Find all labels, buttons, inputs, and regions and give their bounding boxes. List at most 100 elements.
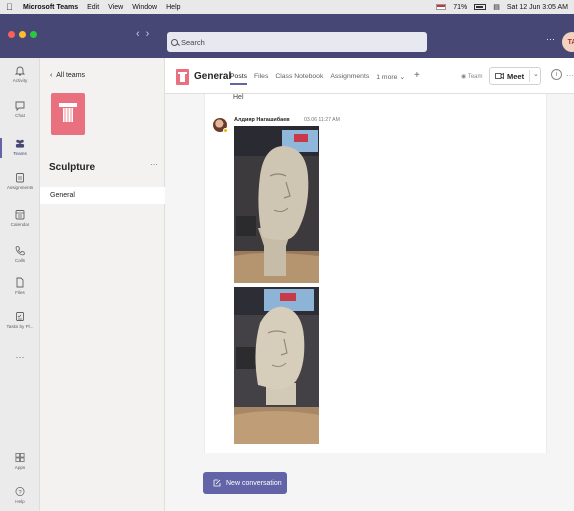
add-tab-button[interactable]: +: [414, 70, 420, 85]
chevron-down-icon: ⌄: [399, 74, 406, 81]
mac-menubar:  Microsoft Teams Edit View Window Help …: [0, 0, 574, 14]
new-conversation-button[interactable]: New conversation: [203, 472, 287, 494]
tab-files[interactable]: Files: [254, 73, 268, 85]
battery-percent: 71%: [453, 3, 468, 11]
input-source-flag-icon[interactable]: [436, 4, 447, 10]
rail-item-assignments[interactable]: Assignments: [0, 172, 40, 190]
team-view-button[interactable]: ◉ Team: [461, 73, 482, 80]
rail-item-tasks[interactable]: Tasks by Pl...: [0, 311, 40, 329]
tab-posts[interactable]: Posts: [230, 73, 247, 85]
rail-item-calendar[interactable]: Calendar: [0, 209, 40, 227]
rail-item-files[interactable]: Files: [0, 277, 40, 295]
display-icon[interactable]: ▤: [493, 3, 500, 11]
menu-app-name[interactable]: Microsoft Teams: [23, 4, 78, 11]
post-author[interactable]: Алдияр Нагашибаев: [234, 117, 290, 123]
back-arrow-icon[interactable]: ‹: [136, 28, 146, 40]
assignments-icon: [15, 172, 25, 183]
channel-view: General Posts Files Class Notebook Assig…: [165, 58, 574, 511]
video-camera-icon: [495, 72, 504, 80]
clock[interactable]: Sat 12 Jun 3:05 AM: [507, 4, 568, 11]
channel-header: General Posts Files Class Notebook Assig…: [165, 58, 574, 94]
rail-label: Calls: [14, 258, 26, 263]
all-teams-link[interactable]: ‹ All teams: [50, 72, 85, 79]
rail-label: Tasks by Pl...: [6, 324, 34, 329]
rail-item-teams[interactable]: Teams: [0, 138, 40, 156]
team-logo[interactable]: [51, 93, 85, 135]
chat-icon: [15, 100, 25, 111]
zoom-window-button[interactable]: [30, 31, 37, 38]
rail-label: Help: [15, 499, 25, 504]
rail-label: Teams: [13, 151, 27, 156]
tab-more[interactable]: 1 more ⌄: [376, 73, 405, 85]
file-icon: [15, 277, 25, 288]
history-nav: ‹›: [136, 28, 155, 40]
all-teams-label: All teams: [56, 72, 86, 79]
rail-label: Calendar: [10, 222, 30, 227]
channel-title: General: [194, 71, 232, 82]
team-view-label: Team: [467, 74, 483, 80]
window-controls: [8, 31, 37, 38]
tab-class-notebook[interactable]: Class Notebook: [275, 73, 323, 85]
forward-arrow-icon[interactable]: ›: [146, 28, 156, 40]
minimize-window-button[interactable]: [19, 31, 26, 38]
compose-icon: [213, 479, 221, 487]
sculpture-photo-1: [234, 126, 319, 283]
phone-icon: [15, 245, 25, 256]
search-icon: [171, 38, 178, 46]
info-icon[interactable]: i: [551, 69, 562, 80]
menu-view[interactable]: View: [108, 4, 123, 11]
team-name: Sculpture: [49, 162, 96, 173]
meet-button[interactable]: Meet ⌄: [489, 67, 541, 85]
search-placeholder: Search: [181, 37, 205, 47]
previous-message-text: Hel: [233, 94, 244, 101]
chevron-down-icon[interactable]: ⌄: [533, 70, 539, 78]
meet-label: Meet: [507, 71, 525, 81]
channel-item-general[interactable]: General: [40, 187, 165, 204]
rail-label: Chat: [15, 113, 25, 118]
rail-label: Assignments: [6, 185, 34, 190]
menu-help[interactable]: Help: [166, 4, 180, 11]
profile-avatar[interactable]: TA: [562, 32, 574, 52]
teams-title-bar: ‹› Search ··· TA: [0, 14, 574, 58]
rail-label: Apps: [14, 465, 26, 470]
post-image-2[interactable]: [234, 287, 319, 444]
post-timestamp: 03.06 11:27 AM: [304, 117, 340, 123]
team-panel: ‹ All teams Sculpture ··· General: [40, 58, 165, 511]
author-avatar[interactable]: [213, 118, 228, 133]
rail-item-calls[interactable]: Calls: [0, 245, 40, 263]
rail-item-chat[interactable]: Chat: [0, 100, 40, 118]
bell-icon: [15, 65, 25, 76]
rail-item-help[interactable]: ? Help: [0, 486, 40, 504]
rail-label: Activity: [12, 78, 28, 83]
channel-tabs: Posts Files Class Notebook Assignments 1…: [230, 70, 420, 85]
app-rail: Activity Chat Teams Assignments Calendar…: [0, 58, 40, 511]
pillar-icon: [59, 103, 77, 122]
rail-item-apps[interactable]: Apps: [0, 452, 40, 470]
menu-window[interactable]: Window: [132, 4, 157, 11]
menu-edit[interactable]: Edit: [87, 4, 99, 11]
rail-item-activity[interactable]: Activity: [0, 65, 40, 83]
team-more-button[interactable]: ···: [150, 160, 158, 169]
rail-item-more[interactable]: ···: [0, 352, 40, 362]
channel-team-icon: [176, 69, 189, 85]
post-image-1[interactable]: [234, 126, 319, 283]
tab-more-label: 1 more: [376, 74, 398, 81]
new-conversation-label: New conversation: [226, 479, 282, 487]
more-options-button[interactable]: ···: [546, 34, 555, 44]
more-icon: ···: [15, 352, 25, 362]
posts-feed: Hel Алдияр Нагашибаев 03.06 11:27 AM: [204, 94, 547, 453]
tab-assignments[interactable]: Assignments: [330, 73, 369, 85]
teams-icon: [15, 138, 25, 149]
apple-icon[interactable]: : [6, 2, 14, 12]
status-dot-icon: [223, 128, 228, 133]
apps-icon: [15, 452, 25, 463]
channel-more-icon[interactable]: ···: [566, 71, 574, 80]
tasks-icon: [15, 311, 25, 322]
calendar-icon: [15, 209, 25, 220]
search-input[interactable]: Search: [167, 32, 427, 52]
rail-label: Files: [15, 290, 25, 295]
eye-icon: ◉: [461, 74, 467, 80]
battery-icon[interactable]: [474, 4, 487, 10]
sculpture-photo-2: [234, 287, 319, 444]
close-window-button[interactable]: [8, 31, 15, 38]
